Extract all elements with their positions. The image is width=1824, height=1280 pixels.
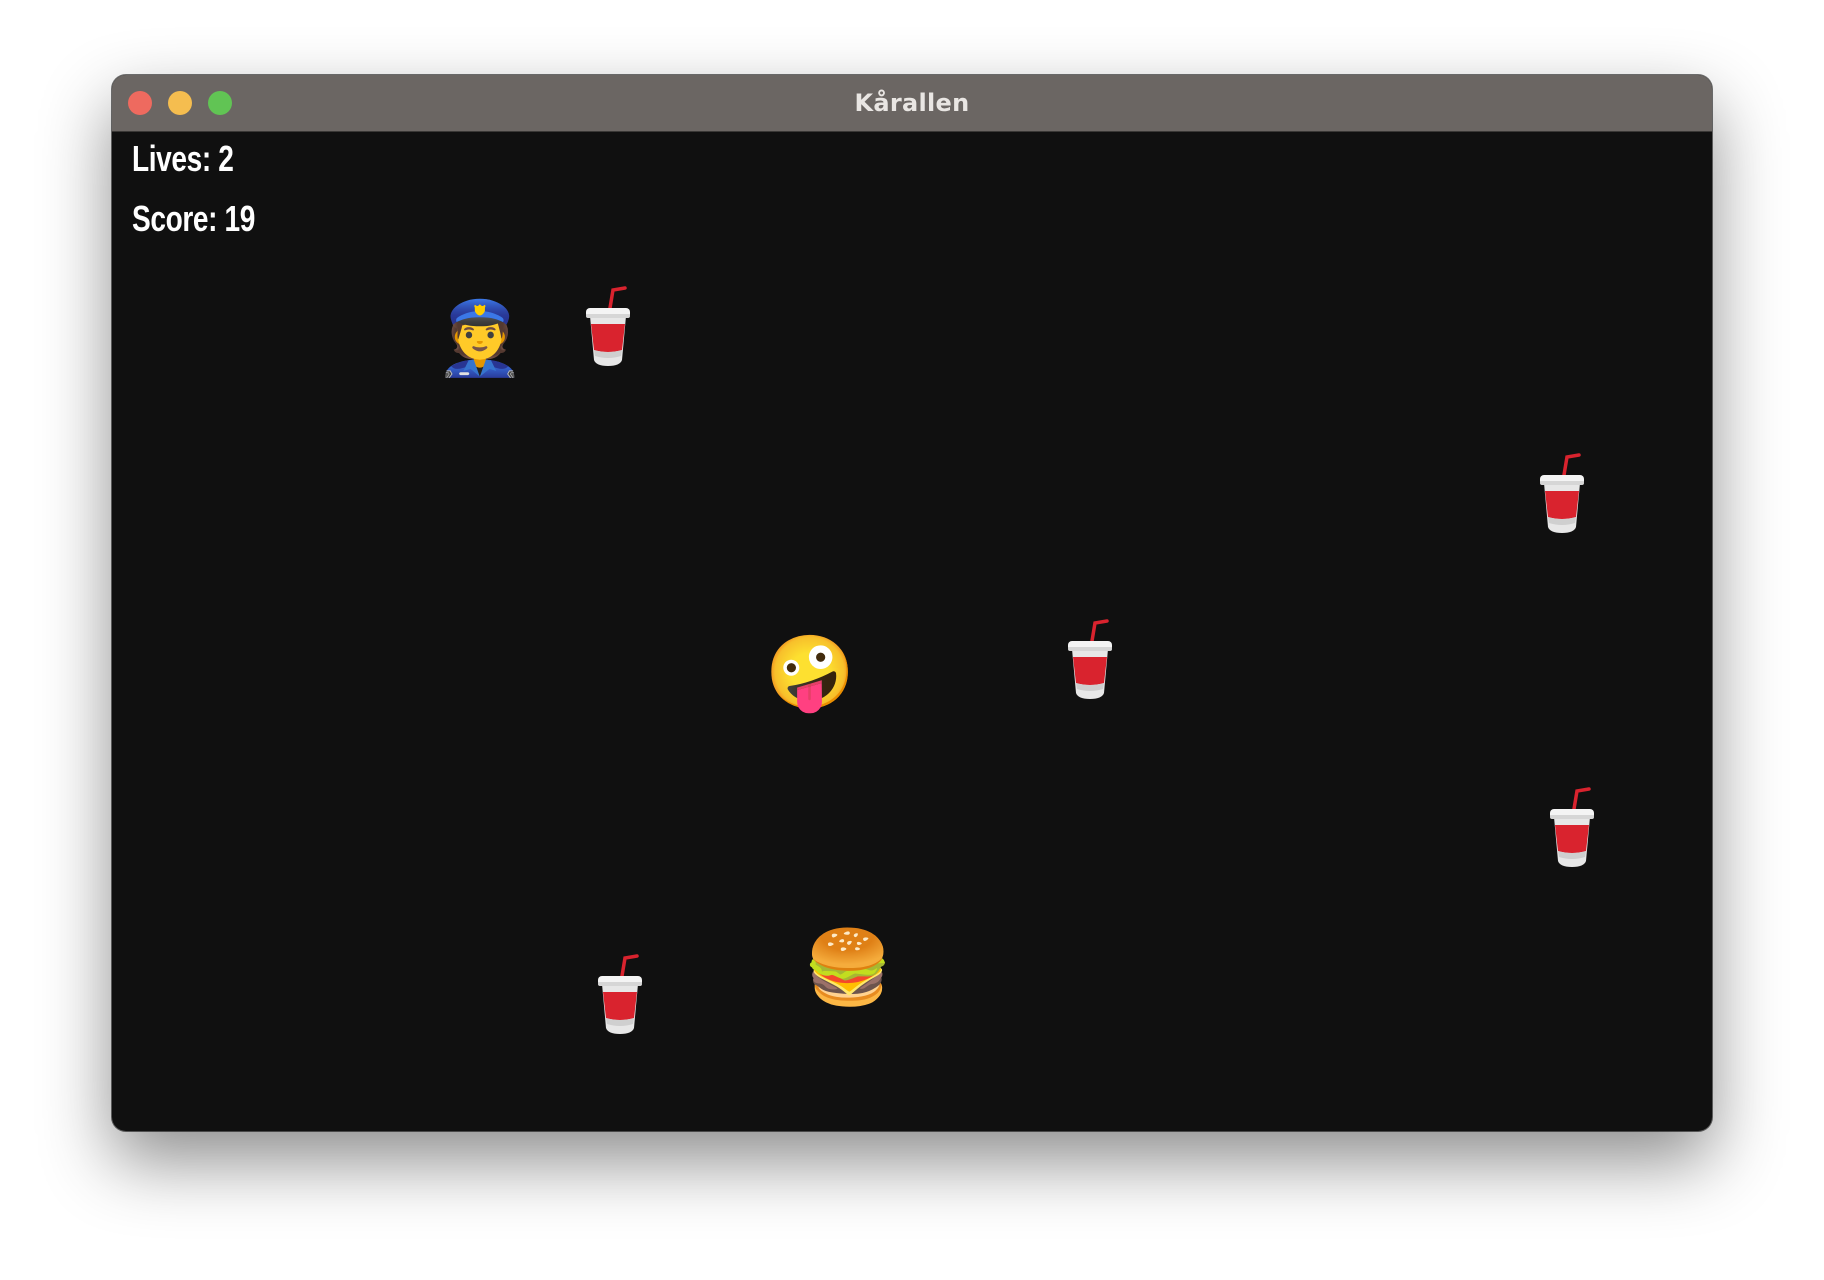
lives-counter: Lives: 2: [132, 138, 234, 179]
game-window: Kårallen Lives: 2 Score: 19 👮 🤪 🍔: [112, 75, 1712, 1131]
police-officer-icon: 👮: [435, 299, 525, 379]
game-canvas[interactable]: Lives: 2 Score: 19 👮 🤪 🍔: [112, 132, 1712, 1131]
cup-with-straw-icon: [1062, 619, 1118, 701]
window-title: Kårallen: [854, 89, 970, 117]
cup-with-straw-icon: [1544, 787, 1600, 869]
hamburger-icon: 🍔: [803, 928, 893, 1008]
title-bar[interactable]: Kårallen: [112, 75, 1712, 132]
score-counter: Score: 19: [132, 198, 255, 239]
cup-with-straw-icon: [580, 286, 636, 368]
cup-with-straw-icon: [1534, 453, 1590, 535]
zany-face-player-icon: 🤪: [765, 633, 855, 713]
cup-with-straw-icon: [592, 954, 648, 1036]
